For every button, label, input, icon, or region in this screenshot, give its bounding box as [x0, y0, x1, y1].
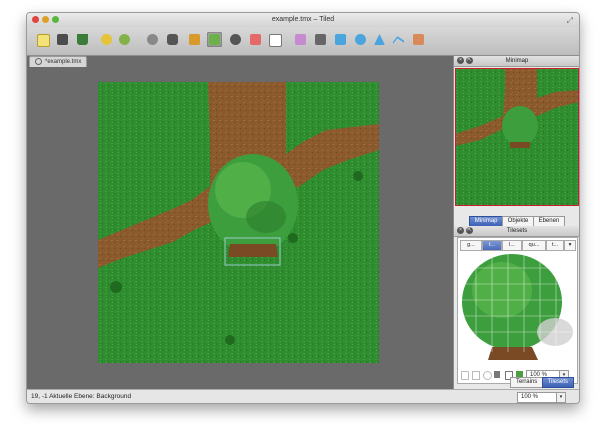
bucket-fill-icon[interactable] [207, 32, 222, 47]
magic-wand-icon[interactable] [267, 32, 282, 47]
right-dock: × ⇱ Minimap Minimap Objekte Ebenen × ⇱ T… [453, 56, 579, 389]
minimize-window-button[interactable] [42, 16, 49, 23]
close-window-button[interactable] [32, 16, 39, 23]
bush [353, 171, 363, 181]
insert-rectangle-icon[interactable] [333, 32, 348, 47]
chevron-down-icon: ▾ [556, 393, 565, 402]
new-map-icon[interactable] [35, 32, 50, 47]
stamp-brush-icon[interactable] [165, 32, 180, 47]
tileset-tab-row: g... t... l... qu... t... ▾ [460, 240, 576, 251]
map-zoom-value: 100 % [521, 394, 539, 400]
terrain-brush-icon[interactable] [187, 32, 202, 47]
save-icon[interactable] [75, 32, 90, 47]
tab-tilesets[interactable]: Tilesets [541, 377, 574, 388]
map-canvas[interactable] [98, 82, 379, 363]
bottom-tab-bar: Terrains Tilesets [454, 376, 579, 388]
close-panel-icon[interactable]: × [457, 227, 464, 234]
tree-trunk [228, 244, 278, 257]
fullscreen-icon[interactable]: ⤢ [567, 14, 573, 28]
tileset-tabs-menu-icon[interactable]: ▾ [564, 240, 576, 251]
zoom-window-button[interactable] [52, 16, 59, 23]
insert-tile-icon[interactable] [411, 32, 426, 47]
tilesets-panel: g... t... l... qu... t... ▾ 100 % ▾ [457, 237, 578, 384]
object-select-icon[interactable] [313, 32, 328, 47]
float-panel-icon[interactable]: ⇱ [466, 57, 473, 64]
tileset-tab[interactable]: qu... [522, 240, 546, 251]
tileset-tab[interactable]: t... [546, 240, 564, 251]
tileset-image[interactable] [460, 252, 575, 367]
tileset-tab[interactable]: l... [502, 240, 522, 251]
minimap-view[interactable] [455, 68, 579, 206]
status-text: 19, -1 Aktuelle Ebene: Background [31, 393, 132, 400]
minimap-header: × ⇱ Minimap [454, 56, 579, 67]
document-tab-label: *example.tmx [45, 59, 82, 65]
insert-polygon-icon[interactable] [372, 32, 387, 47]
close-tab-icon[interactable] [35, 57, 42, 65]
bush [110, 281, 122, 293]
minimap-title: Minimap [505, 58, 529, 64]
tileset-tab[interactable]: g... [460, 240, 482, 251]
side-tab-bar: Minimap Objekte Ebenen [454, 215, 579, 227]
tab-terrains[interactable]: Terrains [509, 377, 544, 388]
undo-icon[interactable] [99, 32, 114, 47]
tileset-tab-selected[interactable]: t... [482, 240, 502, 251]
open-file-icon[interactable] [55, 32, 70, 47]
window-title: example.tmx – Tiled [271, 16, 335, 23]
tiled-window: example.tmx – Tiled ⤢ *example.tmx × ⇱ M… [26, 12, 580, 404]
float-panel-icon[interactable]: ⇱ [466, 227, 473, 234]
select-same-tile-icon[interactable] [293, 32, 308, 47]
redo-icon[interactable] [117, 32, 132, 47]
tilesets-header: × ⇱ Tilesets [454, 226, 579, 237]
document-tab[interactable]: *example.tmx [29, 56, 88, 67]
close-panel-icon[interactable]: × [457, 57, 464, 64]
title-bar: example.tmx – Tiled ⤢ [27, 13, 579, 27]
map-zoom-select[interactable]: 100 % ▾ [517, 392, 566, 403]
status-bar: 19, -1 Aktuelle Ebene: Background 100 % ▾ [27, 389, 579, 403]
main-toolbar [27, 27, 579, 56]
random-mode-icon[interactable] [145, 32, 160, 47]
bush [225, 335, 235, 345]
map-view[interactable]: *example.tmx [27, 56, 453, 389]
eraser-icon[interactable] [228, 32, 243, 47]
tilesets-title: Tilesets [506, 228, 528, 234]
insert-ellipse-icon[interactable] [353, 32, 368, 47]
bush [288, 233, 298, 243]
insert-polyline-icon[interactable] [391, 32, 406, 47]
rectangle-select-icon[interactable] [248, 32, 263, 47]
